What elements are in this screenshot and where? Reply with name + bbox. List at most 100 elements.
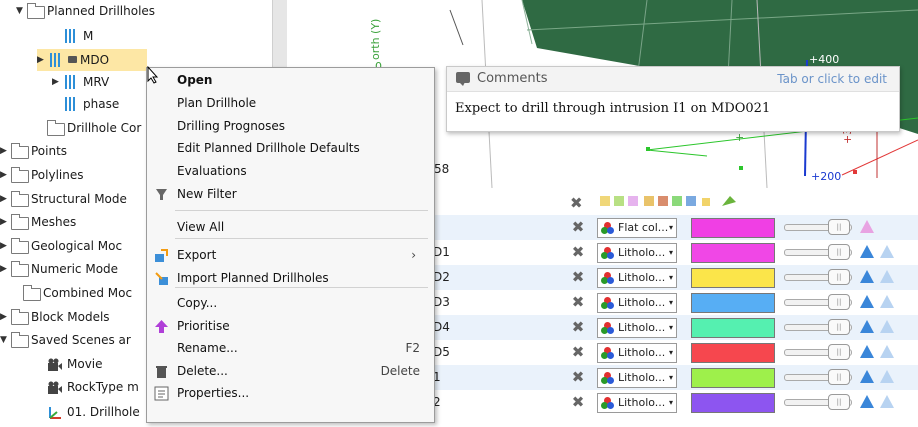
colour-mode-dropdown[interactable]: Litholo... ▾ — [597, 393, 677, 413]
colour-swatch[interactable] — [691, 293, 775, 313]
expand-arrow-icon[interactable]: ▶ — [0, 188, 11, 210]
colour-mode-dropdown[interactable]: Litholo... ▾ — [597, 268, 677, 288]
slider-handle[interactable]: || — [828, 294, 850, 310]
shading-icon[interactable] — [880, 295, 894, 308]
folder-icon — [11, 238, 29, 254]
colour-swatch[interactable] — [691, 368, 775, 388]
comments-header: Comments Tab or click to edit — [447, 67, 899, 92]
expand-arrow-icon[interactable]: ▶ — [0, 164, 11, 186]
menu-item-drilling-prognoses[interactable]: Drilling Prognoses — [147, 115, 434, 137]
slider-handle[interactable]: || — [828, 344, 850, 360]
remove-shape-icon[interactable]: ✖ — [570, 344, 586, 360]
menu-item-label: Prioritise — [177, 319, 230, 333]
lighting-icon[interactable] — [860, 395, 874, 408]
comments-text[interactable]: Expect to drill through intrusion I1 on … — [455, 101, 770, 116]
folder-icon — [11, 191, 29, 207]
colour-mode-dropdown[interactable]: Litholo... ▾ — [597, 243, 677, 263]
shading-icon[interactable] — [880, 395, 894, 408]
export-icon — [154, 248, 169, 263]
tree-item-label: Combined Moc — [43, 286, 133, 300]
drillholes-icon — [63, 75, 79, 89]
colour-mode-dropdown[interactable]: Litholo... ▾ — [597, 343, 677, 363]
menu-item-evaluations[interactable]: Evaluations — [147, 160, 434, 182]
shading-icon[interactable] — [880, 320, 894, 333]
tree-item-label: Block Models — [31, 310, 110, 324]
menu-item-edit-defaults[interactable]: Edit Planned Drillhole Defaults — [147, 137, 434, 159]
slider-handle[interactable]: || — [828, 269, 850, 285]
shading-icon[interactable] — [880, 370, 894, 383]
expand-arrow-icon[interactable]: ▶ — [0, 211, 11, 233]
lighting-icon[interactable] — [860, 220, 874, 233]
tree-item-label: Meshes — [31, 215, 77, 229]
remove-shape-icon[interactable]: ✖ — [570, 244, 586, 260]
colour-mode-icon — [601, 322, 614, 334]
tree-item-label: Structural Mode — [31, 192, 127, 206]
colour-swatch[interactable] — [691, 393, 775, 413]
colour-mode-dropdown[interactable]: Litholo... ▾ — [597, 293, 677, 313]
slider-handle[interactable]: || — [828, 319, 850, 335]
colour-swatch[interactable] — [691, 268, 775, 288]
lighting-icon[interactable] — [860, 270, 874, 283]
lighting-icon[interactable] — [860, 345, 874, 358]
menu-item-export[interactable]: Export › — [147, 244, 434, 266]
expand-arrow-icon[interactable]: ▶ — [0, 235, 11, 257]
expand-arrow-icon[interactable]: ▶ — [52, 71, 63, 93]
remove-shape-icon[interactable]: ✖ — [570, 219, 586, 235]
expand-arrow-icon[interactable]: ▶ — [37, 49, 48, 71]
menu-item-label: Evaluations — [177, 164, 247, 178]
lighting-icon[interactable] — [860, 320, 874, 333]
shading-icon[interactable] — [880, 270, 894, 283]
menu-item-prioritise[interactable]: Prioritise — [147, 315, 434, 337]
colour-swatch[interactable] — [691, 243, 775, 263]
menu-item-properties[interactable]: Properties... — [147, 382, 434, 404]
menu-item-rename[interactable]: Rename... F2 — [147, 337, 434, 359]
remove-shape-icon[interactable]: ✖ — [570, 319, 586, 335]
lighting-icon[interactable] — [860, 370, 874, 383]
slider-handle[interactable]: || — [828, 394, 850, 410]
colour-swatch[interactable] — [691, 343, 775, 363]
colour-mode-dropdown[interactable]: Litholo... ▾ — [597, 368, 677, 388]
colour-mode-icon — [601, 347, 614, 359]
remove-shape-icon[interactable]: ✖ — [570, 294, 586, 310]
menu-item-import-planned-drillholes[interactable]: Import Planned Drillholes — [147, 267, 434, 289]
lighting-icon[interactable] — [860, 295, 874, 308]
colour-mode-dropdown[interactable]: Flat col... ▾ — [597, 218, 677, 238]
menu-item-label: View All — [177, 220, 225, 234]
menu-item-delete[interactable]: Delete... Delete — [147, 360, 434, 382]
folder-icon — [23, 285, 41, 301]
colour-swatch[interactable] — [691, 318, 775, 338]
expand-arrow-icon[interactable]: ▶ — [0, 306, 11, 328]
colour-mode-label: Litholo... — [618, 346, 666, 359]
tree-item[interactable]: ▼ Planned Drillholes — [16, 0, 256, 22]
menu-item-view-all[interactable]: View All — [147, 216, 434, 238]
remove-shape-icon[interactable]: ✖ — [570, 269, 586, 285]
shading-icon[interactable] — [880, 345, 894, 358]
comments-edit-hint[interactable]: Tab or click to edit — [777, 72, 887, 86]
camera-icon — [47, 380, 63, 394]
menu-item-copy[interactable]: Copy... — [147, 292, 434, 314]
slider-handle[interactable]: || — [828, 219, 850, 235]
tree-item[interactable]: ▶ MDO — [37, 49, 147, 71]
menu-item-label: Delete... — [177, 364, 228, 378]
expand-arrow-icon[interactable]: ▶ — [0, 258, 11, 280]
collapse-arrow-icon[interactable]: ▼ — [16, 0, 27, 22]
delete-icon — [154, 364, 169, 379]
remove-shape-icon[interactable]: ✖ — [570, 369, 586, 385]
tree-item-label: Polylines — [31, 168, 84, 182]
lighting-icon[interactable] — [860, 245, 874, 258]
colour-mode-dropdown[interactable]: Litholo... ▾ — [597, 318, 677, 338]
menu-item-label: Rename... — [177, 341, 238, 355]
comments-tooltip[interactable]: Comments Tab or click to edit Expect to … — [446, 66, 900, 132]
clear-all-icon[interactable]: ✖ — [570, 194, 583, 212]
menu-item-open[interactable]: Open — [147, 69, 434, 91]
collapse-arrow-icon[interactable]: ▼ — [0, 329, 11, 351]
shading-icon[interactable] — [880, 245, 894, 258]
remove-shape-icon[interactable]: ✖ — [570, 394, 586, 410]
menu-item-new-filter[interactable]: New Filter — [147, 183, 434, 205]
tree-item[interactable]: M — [52, 25, 292, 47]
expand-arrow-icon[interactable]: ▶ — [0, 140, 11, 162]
slider-handle[interactable]: || — [828, 369, 850, 385]
colour-swatch[interactable] — [691, 218, 775, 238]
slider-handle[interactable]: || — [828, 244, 850, 260]
menu-item-plan-drillhole[interactable]: Plan Drillhole — [147, 92, 434, 114]
